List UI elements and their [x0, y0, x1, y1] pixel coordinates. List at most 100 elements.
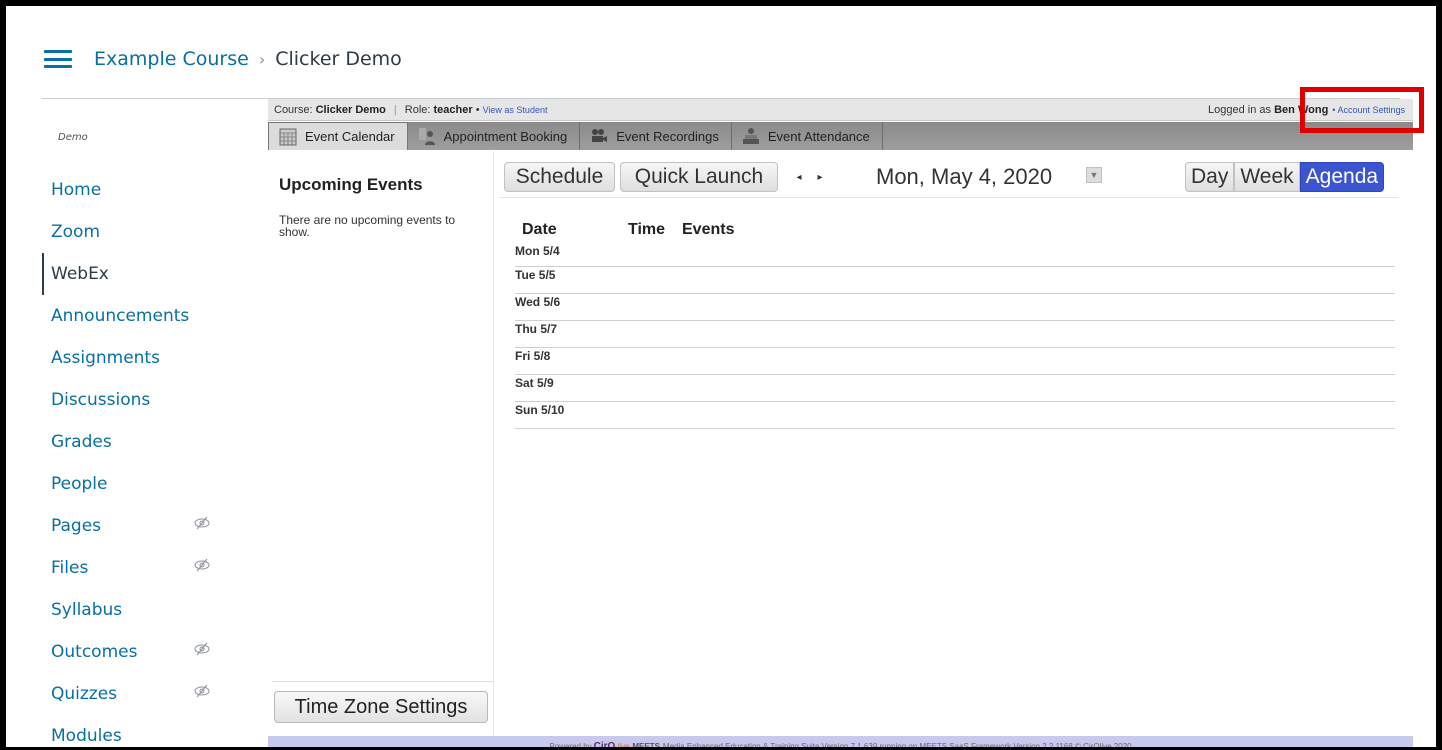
tab-label: Event Recordings	[616, 128, 719, 144]
role-bullet: •	[475, 103, 480, 116]
person-desk-icon	[418, 128, 435, 145]
agenda-day-row: Mon 5/4	[515, 243, 1395, 267]
agenda-rows: Mon 5/4 Tue 5/5 Wed 5/6 Thu 5/7 Fri 5/8 Sat 5…	[515, 243, 1395, 429]
agenda-day-row: Wed 5/6	[515, 294, 1395, 321]
breadcrumb-current: Clicker Demo	[275, 48, 402, 70]
course-navigation: Demo Home Zoom WebEx Announcements Assignmen…	[42, 99, 264, 747]
logged-in-prefix: Logged in as	[1208, 104, 1272, 116]
agenda-day-label: Sun 5/10	[515, 403, 565, 417]
toolbar-divider	[500, 197, 1399, 198]
tab-bar: Event Calendar Appointment Booking Event…	[268, 122, 1068, 150]
role-value: teacher	[433, 103, 473, 116]
tab-label: Event Attendance	[767, 128, 870, 144]
nav-item-assignments[interactable]: Assignments	[42, 337, 242, 379]
nav-item-label: Announcements	[51, 306, 190, 326]
nav-item-label: Files	[51, 558, 89, 578]
agenda-day-row: Sat 5/9	[515, 375, 1395, 402]
brand-cirq: CirQ	[593, 740, 616, 750]
nav-item-label: Home	[51, 180, 102, 200]
agenda-day-row: Sun 5/10	[515, 402, 1395, 429]
powered-by-footer: Powered by CirQ live MEETS Media Enhanced …	[268, 736, 1413, 750]
agenda-day-row: Tue 5/5	[515, 267, 1395, 294]
nav-item-discussions[interactable]: Discussions	[42, 379, 242, 421]
panel-divider	[272, 681, 493, 682]
agenda-header: Date Time Events	[515, 221, 1395, 243]
hamburger-menu-icon[interactable]	[44, 50, 72, 68]
nav-item-announcements[interactable]: Announcements	[42, 295, 242, 337]
tab-event-attendance[interactable]: Event Attendance	[732, 122, 883, 150]
course-name: Clicker Demo	[315, 103, 386, 116]
footer-version-text: Media Enhanced Education & Training Suit…	[662, 741, 1132, 750]
hidden-eye-icon	[194, 684, 210, 698]
tab-label: Event Calendar	[305, 129, 395, 144]
nav-item-people[interactable]: People	[42, 463, 242, 505]
nav-item-syllabus[interactable]: Syllabus	[42, 589, 242, 631]
upcoming-events-panel: Upcoming Events There are no upcoming ev…	[268, 151, 494, 747]
no-events-message: There are no upcoming events to show.	[279, 213, 456, 239]
breadcrumb-separator: ›	[258, 49, 266, 69]
powered-by-text: Powered by	[549, 741, 592, 750]
nav-item-label: Pages	[51, 516, 102, 536]
nav-item-label: Zoom	[51, 222, 101, 242]
tab-event-recordings[interactable]: Event Recordings	[580, 122, 732, 150]
agenda-day-label: Thu 5/7	[515, 322, 558, 336]
calendar-icon	[279, 128, 297, 145]
calendar-toolbar: Schedule Quick Launch ◂ ▸ Mon, May 4, 20…	[500, 159, 1408, 193]
col-events-header: Events	[682, 221, 735, 238]
view-agenda-button[interactable]: Agenda	[1299, 162, 1385, 192]
nav-item-outcomes[interactable]: Outcomes	[42, 631, 242, 673]
tab-label: Appointment Booking	[443, 128, 568, 144]
tab-appointment-booking[interactable]: Appointment Booking	[408, 122, 581, 150]
nav-item-files[interactable]: Files	[42, 547, 242, 589]
agenda-table: Date Time Events Mon 5/4 Tue 5/5 Wed 5/6 Th…	[515, 221, 1395, 429]
info-bar: Course: Clicker Demo | Role: teacher • V…	[268, 99, 1413, 121]
nav-item-grades[interactable]: Grades	[42, 421, 242, 463]
nav-item-label: WebEx	[51, 264, 109, 284]
agenda-day-row: Thu 5/7	[515, 321, 1395, 348]
nav-item-label: Quizzes	[51, 684, 118, 704]
nav-item-quizzes[interactable]: Quizzes	[42, 673, 242, 715]
hidden-eye-icon	[194, 516, 210, 530]
video-camera-icon	[592, 129, 608, 142]
nav-item-pages[interactable]: Pages	[42, 505, 242, 547]
nav-item-label: Discussions	[51, 390, 151, 410]
account-settings-highlight	[1300, 87, 1424, 133]
view-as-student-link[interactable]: View as Student	[483, 105, 548, 115]
tab-event-calendar[interactable]: Event Calendar	[268, 122, 408, 150]
quick-launch-button[interactable]: Quick Launch	[620, 162, 778, 192]
course-prefix: Course:	[274, 103, 313, 116]
nav-item-label: Modules	[51, 726, 122, 746]
nav-item-modules[interactable]: Modules	[42, 715, 242, 747]
view-switcher: Day Week Agenda	[1185, 162, 1385, 192]
col-date-header: Date	[522, 221, 557, 238]
nav-item-label: Assignments	[51, 348, 160, 368]
nav-list: Home Zoom WebEx Announcements Assignments Dis…	[42, 169, 242, 747]
role-prefix: Role:	[404, 103, 431, 116]
nav-item-label: Grades	[51, 432, 112, 452]
breadcrumb: Example Course › Clicker Demo	[94, 48, 402, 70]
time-zone-settings-button[interactable]: Time Zone Settings	[274, 691, 488, 723]
view-week-button[interactable]: Week	[1234, 162, 1300, 192]
cirqlive-app: Course: Clicker Demo | Role: teacher • V…	[268, 99, 1413, 750]
hidden-eye-icon	[194, 642, 210, 656]
nav-item-zoom[interactable]: Zoom	[42, 211, 242, 253]
date-dropdown-icon[interactable]: ▼	[1086, 167, 1102, 183]
agenda-day-label: Mon 5/4	[515, 244, 560, 258]
screenshot-frame: Example Course › Clicker Demo Demo Home Z…	[0, 0, 1442, 750]
brand-meets: MEETS	[632, 741, 660, 750]
agenda-day-label: Wed 5/6	[515, 295, 561, 309]
agenda-day-label: Sat 5/9	[515, 376, 554, 390]
upcoming-events-title: Upcoming Events	[279, 175, 423, 194]
next-arrow-icon[interactable]: ▸	[809, 164, 831, 190]
agenda-day-label: Fri 5/8	[515, 349, 551, 363]
nav-item-home[interactable]: Home	[42, 169, 242, 211]
breadcrumb-course-link[interactable]: Example Course	[94, 48, 249, 70]
agenda-day-row: Fri 5/8	[515, 348, 1395, 375]
nav-item-label: Outcomes	[51, 642, 138, 662]
nav-item-webex[interactable]: WebEx	[42, 253, 242, 295]
prev-arrow-icon[interactable]: ◂	[788, 164, 810, 190]
view-day-button[interactable]: Day	[1185, 162, 1235, 192]
attendance-icon	[742, 128, 759, 144]
schedule-button[interactable]: Schedule	[504, 162, 615, 192]
current-date-label: Mon, May 4, 2020	[876, 164, 1053, 189]
